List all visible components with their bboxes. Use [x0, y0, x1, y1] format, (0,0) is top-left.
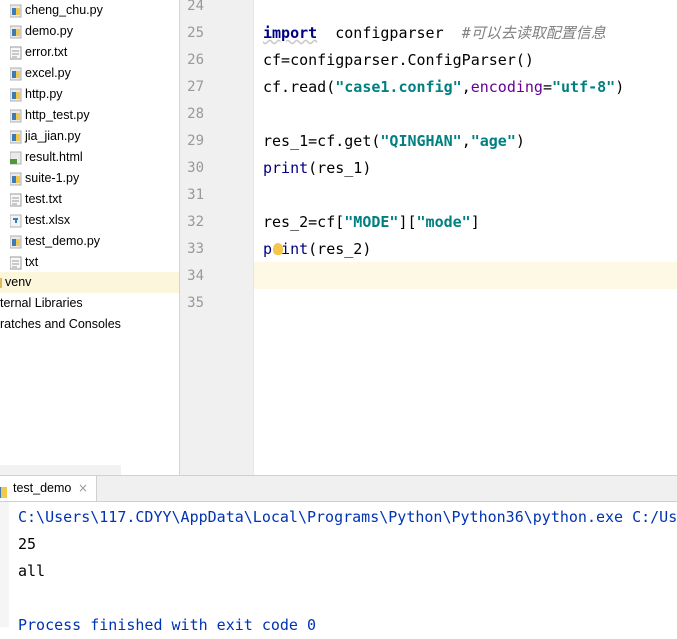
code-text: =: [542, 78, 552, 96]
string-literal: "MODE": [344, 213, 399, 231]
code-comment: #可以去读取配置信息: [461, 24, 606, 42]
tree-item-external-libraries[interactable]: ternal Libraries: [0, 293, 83, 314]
text-file-icon: [9, 193, 22, 207]
run-tab-bar: test_demo ×: [0, 476, 677, 502]
code-line-27[interactable]: cf.read("case1.config",encoding="utf-8"): [263, 74, 624, 101]
line-number: 24: [187, 0, 204, 14]
code-text: res_1=cf.get(: [263, 132, 381, 150]
line-number: 33: [187, 241, 204, 257]
code-text: ): [515, 132, 525, 150]
module-name: configparser: [335, 24, 444, 42]
tree-item-label: txt: [25, 255, 39, 269]
builtin-print: print: [263, 240, 309, 258]
python-file-icon: [9, 130, 22, 144]
lightbulb-icon[interactable]: [273, 243, 283, 255]
text-file-icon: [9, 256, 22, 270]
console-line: 25: [18, 535, 37, 553]
tree-item-label: test.xlsx: [25, 213, 71, 227]
python-file-icon: [9, 109, 22, 123]
tree-item-label: demo.py: [25, 24, 73, 38]
string-literal: "case1.config": [335, 78, 462, 96]
code-text: ,: [461, 78, 471, 96]
tree-item-label: ratches and Consoles: [0, 317, 121, 331]
line-number: 31: [187, 187, 204, 203]
line-number: 32: [187, 214, 204, 230]
string-literal: "mode": [416, 213, 471, 231]
project-tree: cheng_chu.py demo.py error.txt excel.py http…: [0, 0, 180, 475]
string-literal: "utf-8": [552, 78, 616, 96]
line-number: 28: [187, 106, 204, 122]
string-literal: "age": [470, 132, 516, 150]
line-number: 35: [187, 295, 204, 311]
line-number: 26: [187, 52, 204, 68]
tree-item-label: test.txt: [25, 192, 62, 206]
code-text: ,: [461, 132, 471, 150]
tree-item-label: cheng_chu.py: [25, 3, 103, 17]
code-editor[interactable]: 24 25 26 27 28 29 30 31 32 33 34 35 import configpa…: [180, 0, 677, 475]
builtin-print: print: [263, 159, 309, 177]
current-line-highlight: [180, 262, 677, 289]
line-number: 25: [187, 25, 204, 41]
tab-label: test_demo: [13, 481, 72, 495]
keyword-argument: encoding: [470, 78, 543, 96]
folder-icon: [0, 276, 2, 290]
tree-item-label: error.txt: [25, 45, 68, 59]
tree-item-label: venv: [5, 275, 32, 289]
keyword-import: import: [263, 24, 318, 42]
code-line-33[interactable]: print(res_2): [263, 236, 371, 263]
python-file-icon: [9, 25, 22, 39]
unknown-file-icon: [9, 214, 22, 228]
tree-item-label: jia_jian.py: [25, 129, 81, 143]
line-number: 34: [187, 268, 204, 284]
code-text: cf.read(: [263, 78, 336, 96]
code-text: cf=configparser.ConfigParser(): [263, 51, 534, 69]
text-file-icon: [9, 46, 22, 60]
tree-item-label: excel.py: [25, 66, 71, 80]
code-line-32[interactable]: res_2=cf["MODE"]["mode"]: [263, 209, 480, 236]
console-gutter: [0, 502, 9, 627]
code-line-26[interactable]: cf=configparser.ConfigParser(): [263, 47, 534, 74]
line-number: 27: [187, 79, 204, 95]
code-text: ]: [470, 213, 480, 231]
tree-item-label: ternal Libraries: [0, 296, 83, 310]
string-literal: "QINGHAN": [380, 132, 462, 150]
tree-item-scratches[interactable]: ratches and Consoles: [0, 314, 121, 335]
run-tool-window: test_demo × C:\Users\117.CDYY\AppData\Lo…: [0, 475, 677, 634]
python-file-icon: [9, 235, 22, 249]
tree-scrollbar[interactable]: [0, 465, 121, 475]
python-file-icon: [9, 88, 22, 102]
close-icon[interactable]: ×: [78, 476, 88, 501]
code-text: ): [615, 78, 625, 96]
code-text: ][: [398, 213, 417, 231]
line-number: 30: [187, 160, 204, 176]
code-text: res_2=cf[: [263, 213, 345, 231]
console-line: all: [18, 562, 46, 580]
python-run-icon: [0, 483, 7, 498]
tab-test-demo[interactable]: test_demo ×: [0, 476, 97, 501]
tree-item-label: http_test.py: [25, 108, 90, 122]
code-line-25[interactable]: import configparser #可以去读取配置信息: [263, 20, 606, 47]
python-file-icon: [9, 67, 22, 81]
code-text: (res_1): [308, 159, 372, 177]
python-file-icon: [9, 172, 22, 186]
tree-item-label: suite-1.py: [25, 171, 80, 185]
tree-item-label: http.py: [25, 87, 63, 101]
console-line: C:\Users\117.CDYY\AppData\Local\Programs…: [18, 508, 677, 526]
python-file-icon: [9, 4, 22, 18]
tree-item-label: test_demo.py: [25, 234, 101, 248]
html-file-icon: [9, 151, 22, 165]
tree-item-venv[interactable]: venv: [0, 272, 179, 293]
code-line-30[interactable]: print(res_1): [263, 155, 371, 182]
line-number: 29: [187, 133, 204, 149]
code-text: (res_2): [308, 240, 372, 258]
tree-item-label: result.html: [25, 150, 83, 164]
code-line-29[interactable]: res_1=cf.get("QINGHAN","age"): [263, 128, 525, 155]
